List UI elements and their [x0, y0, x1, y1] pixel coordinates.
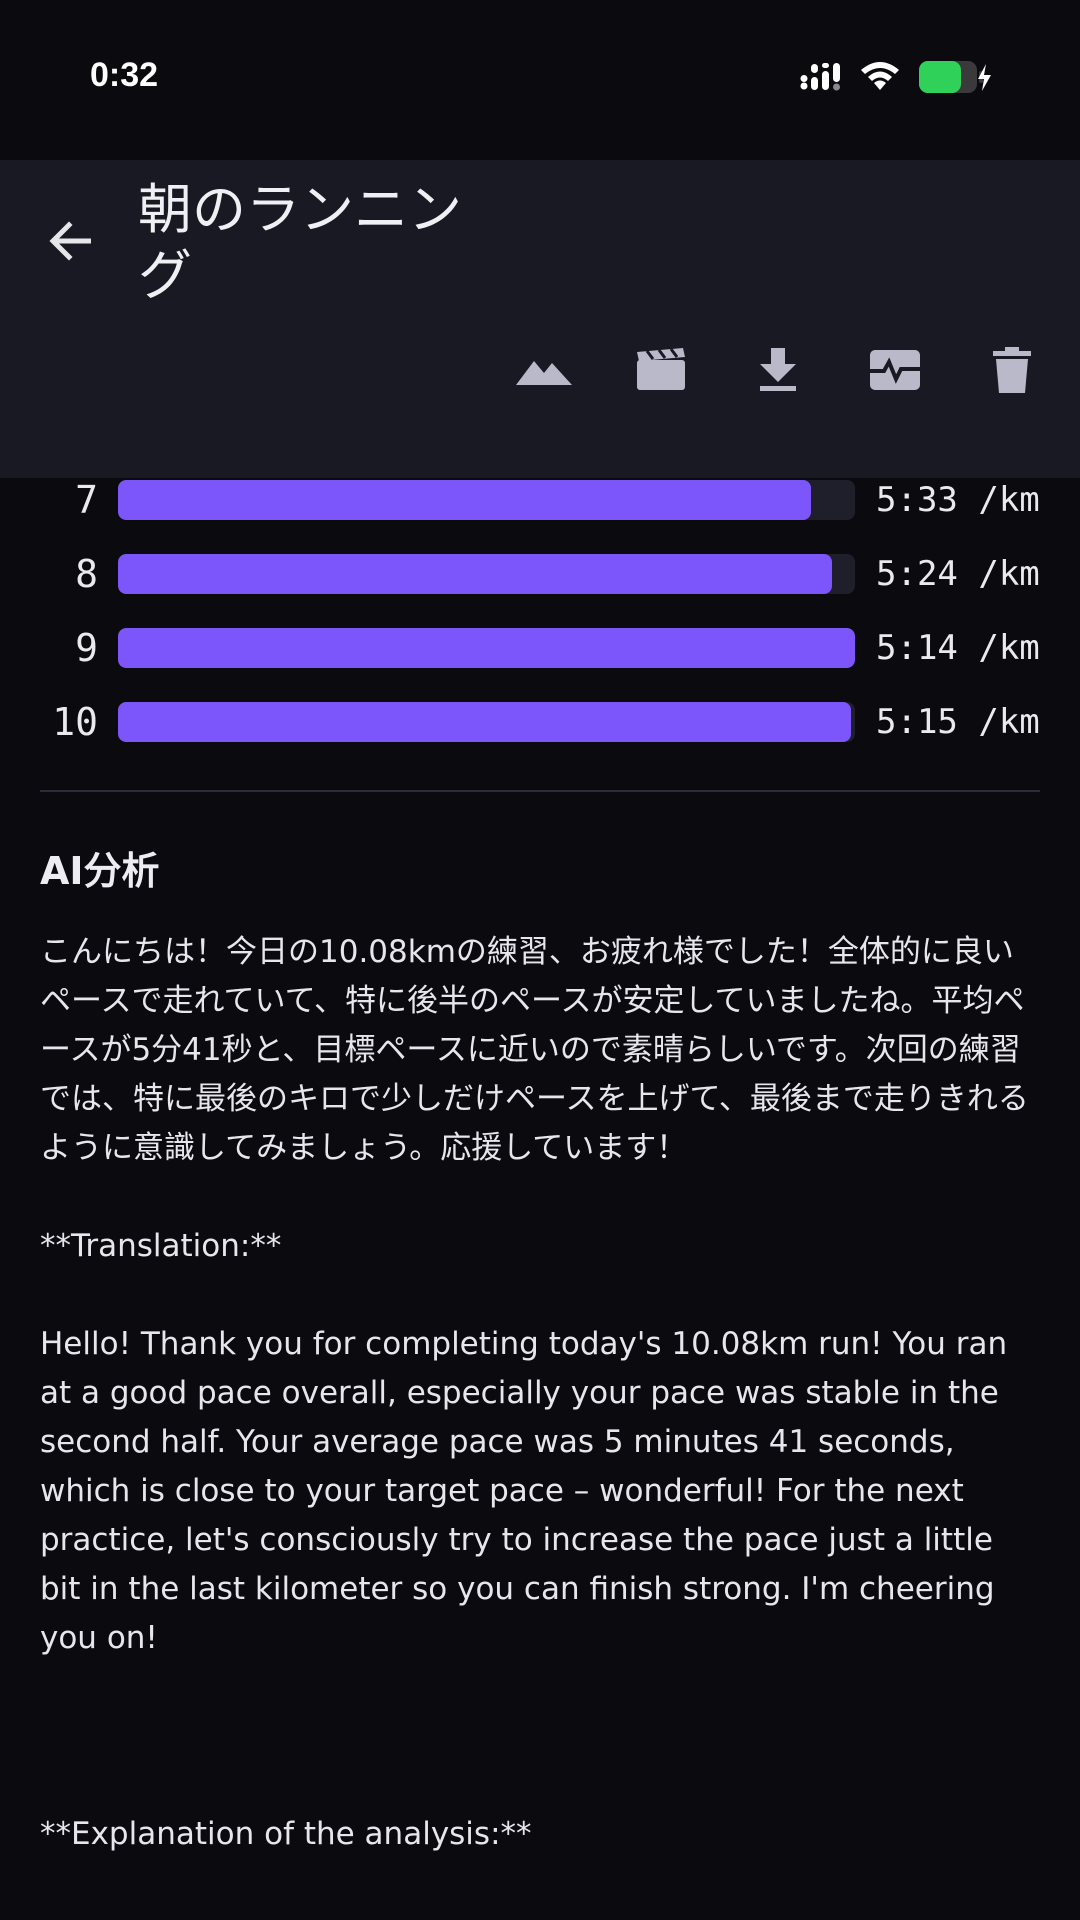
- lap-pace-bar: [118, 554, 833, 594]
- lap-pace-track: [118, 702, 855, 742]
- analysis-paragraph-en: Hello! Thank you for completing today's …: [40, 1326, 1008, 1656]
- monitor-heart-button[interactable]: [855, 340, 935, 400]
- lap-pace: 5:33 /km: [876, 480, 1040, 520]
- movie-button[interactable]: [621, 340, 701, 400]
- lap-number: 10: [52, 700, 98, 744]
- movie-icon: [637, 348, 685, 390]
- lap-pace-bar: [118, 628, 855, 668]
- wifi-icon: [861, 62, 899, 90]
- lap-number: 8: [75, 552, 98, 596]
- divider: [40, 790, 1040, 792]
- download-icon: [760, 348, 796, 391]
- status-icons: [800, 60, 992, 94]
- lap-pace: 5:24 /km: [876, 554, 1040, 594]
- translation-heading: **Translation:**: [40, 1228, 282, 1264]
- lap-number: 7: [75, 478, 98, 522]
- lap-pace: 5:15 /km: [876, 702, 1040, 742]
- status-time: 0:32: [90, 56, 159, 94]
- arrow-left-icon: [49, 221, 91, 261]
- lap-pace-track: [118, 554, 855, 594]
- lap-row: 9 5:14 /km: [0, 628, 1080, 668]
- analysis-paragraph-ja: こんにちは！今日の10.08kmの練習、お疲れ様でした！全体的に良いペースで走れ…: [40, 934, 1029, 1166]
- lap-pace-track: [118, 628, 855, 668]
- status-bar: 0:32: [0, 0, 1080, 160]
- battery-charging-icon: [919, 61, 991, 93]
- lap-row: 8 5:24 /km: [0, 554, 1080, 594]
- ai-analysis-title: AI分析: [40, 849, 160, 893]
- lap-pace: 5:14 /km: [876, 628, 1040, 668]
- lap-row: 7 5:33 /km: [0, 480, 1080, 520]
- delete-button[interactable]: [972, 340, 1052, 400]
- explanation-heading: **Explanation of the analysis:**: [40, 1816, 532, 1852]
- back-button[interactable]: [36, 207, 104, 275]
- ai-analysis-text: こんにちは！今日の10.08kmの練習、お疲れ様でした！全体的に良いペースで走れ…: [40, 928, 1040, 1908]
- download-button[interactable]: [738, 340, 818, 400]
- lap-row: 10 5:15 /km: [0, 702, 1080, 742]
- lap-pace-track: [118, 480, 855, 520]
- cellular-signal-icon: [800, 63, 840, 91]
- terrain-button[interactable]: [504, 340, 584, 400]
- terrain-icon: [516, 361, 572, 385]
- lap-pace-bar: [118, 480, 811, 520]
- delete-icon: [993, 347, 1031, 393]
- lap-number: 9: [75, 626, 98, 670]
- page-title: 朝のランニング: [138, 178, 462, 307]
- lap-pace-bar: [118, 702, 852, 742]
- monitor-heart-icon: [870, 350, 920, 390]
